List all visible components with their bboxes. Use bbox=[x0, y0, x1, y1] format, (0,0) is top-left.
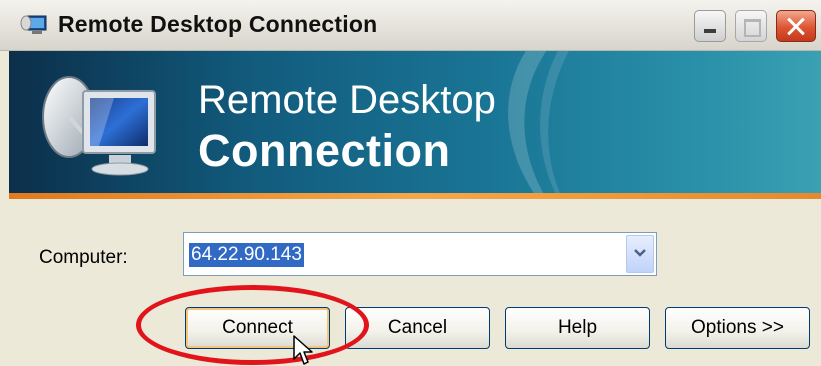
mouse-cursor-icon bbox=[293, 335, 313, 365]
close-button[interactable] bbox=[776, 10, 816, 42]
minimize-button[interactable] bbox=[694, 10, 726, 42]
banner-title-line2: Connection bbox=[198, 125, 451, 176]
computer-combobox[interactable]: 64.22.90.143 bbox=[183, 232, 657, 276]
options-button[interactable]: Options >> bbox=[665, 307, 810, 349]
window-title: Remote Desktop Connection bbox=[58, 11, 378, 37]
cancel-button[interactable]: Cancel bbox=[345, 307, 490, 349]
maximize-button[interactable] bbox=[735, 10, 767, 42]
monitor-satellite-icon bbox=[42, 76, 156, 176]
computer-input-value[interactable]: 64.22.90.143 bbox=[189, 243, 304, 267]
accent-divider bbox=[9, 193, 821, 199]
remote-desktop-icon bbox=[20, 15, 47, 34]
banner-title-line1: Remote Desktop bbox=[198, 78, 496, 122]
help-button[interactable]: Help bbox=[505, 307, 650, 349]
remote-desktop-window: Remote Desktop Connection Remote Desktop… bbox=[0, 0, 821, 366]
computer-label: Computer: bbox=[39, 247, 128, 268]
chevron-down-icon bbox=[634, 249, 646, 257]
title-bar[interactable]: Remote Desktop Connection bbox=[0, 0, 821, 51]
dropdown-button[interactable] bbox=[626, 235, 654, 273]
header-banner: Remote Desktop Connection bbox=[9, 51, 821, 193]
